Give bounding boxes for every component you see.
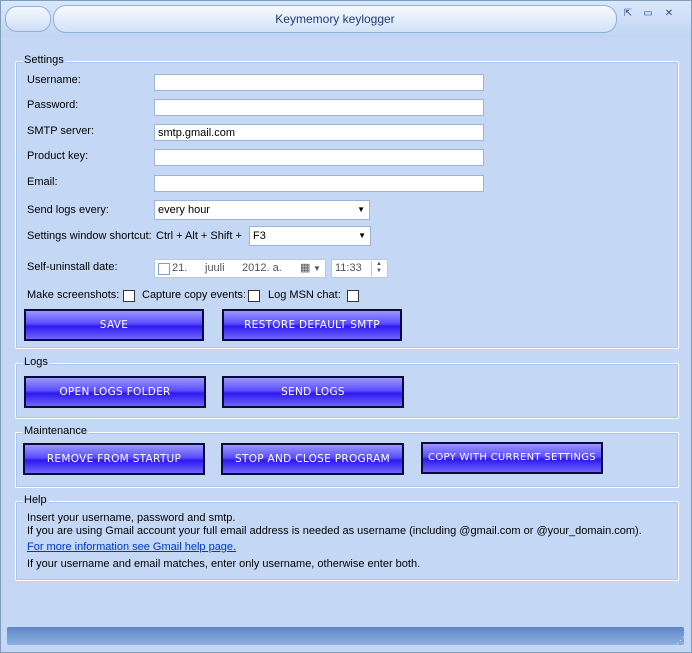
uninstall-date-picker[interactable]: 21. juuli 2012. a. ▦ ▼ [154,259,326,278]
uninstall-date-label: Self-uninstall date: [27,261,118,273]
copy-events-label: Capture copy events: [142,289,246,301]
send-logs-button[interactable]: SEND LOGS [222,376,404,408]
send-logs-label: Send logs every: [27,204,109,216]
settings-group-title: Settings [22,54,66,66]
uninstall-date-checkbox[interactable] [158,263,170,275]
product-key-label: Product key: [27,150,89,162]
email-label: Email: [27,176,58,188]
restore-icon[interactable]: ⇱ [618,5,638,23]
help-group-title: Help [22,494,49,506]
msn-chat-checkbox[interactable] [347,290,359,302]
time-spinner-icon[interactable]: ▲ ▼ [371,261,386,276]
help-line-1: Insert your username, password and smtp. [27,512,236,524]
smtp-server-label: SMTP server: [27,125,95,137]
username-label: Username: [27,74,81,86]
title-bar[interactable]: Keymemory keylogger ⇱ ▭ ✕ [1,1,691,37]
screenshots-checkbox[interactable] [123,290,135,302]
uninstall-month: juuli [205,262,225,274]
save-button[interactable]: SAVE [24,309,204,341]
shortcut-key-value: F3 [253,230,266,242]
help-line-2: If you are using Gmail account your full… [27,525,642,537]
status-bar [7,627,684,645]
screenshots-label: Make screenshots: [27,289,120,301]
calendar-icon[interactable]: ▦ [300,260,310,277]
dropdown-arrow-icon: ▼ [357,205,365,214]
help-line-3: If your username and email matches, ente… [27,558,421,570]
gmail-help-link[interactable]: For more information see Gmail help page… [27,541,236,553]
maximize-icon[interactable]: ▭ [638,5,658,23]
close-icon[interactable]: ✕ [659,5,679,23]
shortcut-prefix: Ctrl + Alt + Shift + [156,230,242,242]
window-title: Keymemory keylogger [53,5,617,33]
remove-from-startup-button[interactable]: REMOVE FROM STARTUP [23,443,205,475]
uninstall-year: 2012. a. [242,262,282,274]
copy-with-current-settings-button[interactable]: COPY WITH CURRENT SETTINGS [421,442,603,474]
uninstall-day: 21. [172,262,188,274]
uninstall-time: 11:33 [335,262,362,274]
main-window: Keymemory keylogger ⇱ ▭ ✕ Settings Usern… [0,0,692,653]
email-input[interactable] [154,175,484,192]
open-logs-folder-button[interactable]: OPEN LOGS FOLDER [24,376,206,408]
dropdown-arrow-icon: ▼ [358,231,366,240]
logs-group-title: Logs [22,356,50,368]
maintenance-group-title: Maintenance [22,425,89,437]
uninstall-time-picker[interactable]: 11:33 ▲ ▼ [331,259,388,278]
msn-chat-label: Log MSN chat: [268,289,341,301]
system-menu-button[interactable] [5,6,51,32]
send-logs-value: every hour [158,204,210,216]
resize-grip-icon[interactable]: ⋰ [676,635,685,646]
send-logs-select[interactable]: every hour ▼ [154,200,370,220]
shortcut-label: Settings window shortcut: [27,230,152,242]
password-label: Password: [27,99,79,111]
copy-events-checkbox[interactable] [248,290,260,302]
shortcut-key-select[interactable]: F3 ▼ [249,226,371,246]
dropdown-arrow-icon[interactable]: ▼ [313,260,321,277]
product-key-input[interactable] [154,149,484,166]
smtp-server-input[interactable] [154,124,484,141]
stop-and-close-button[interactable]: STOP AND CLOSE PROGRAM [221,443,404,475]
restore-default-smtp-button[interactable]: RESTORE DEFAULT SMTP [222,309,402,341]
username-input[interactable] [154,74,484,91]
password-input[interactable] [154,99,484,116]
